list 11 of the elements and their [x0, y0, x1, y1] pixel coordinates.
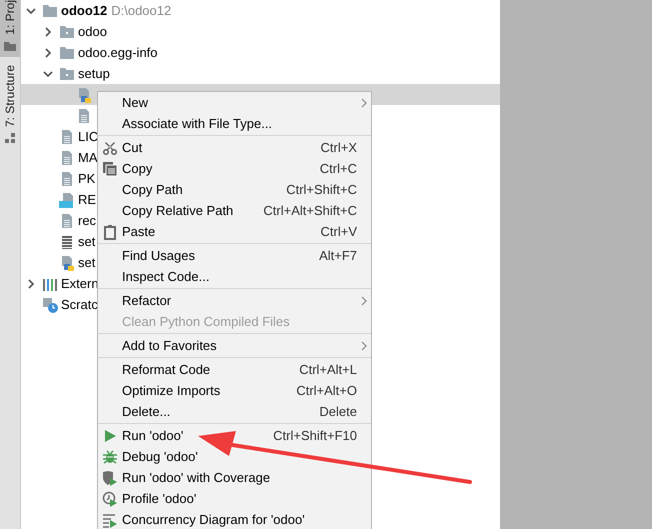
shortcut-label: Delete — [319, 404, 357, 419]
shortcut-label: Alt+F7 — [319, 248, 357, 263]
shortcut-label: Ctrl+Alt+O — [296, 383, 357, 398]
shortcut-label: Ctrl+Shift+F10 — [273, 428, 357, 443]
shortcut-label: Ctrl+C — [320, 161, 357, 176]
shortcut-label: Ctrl+X — [320, 140, 357, 155]
shortcut-label: Ctrl+Alt+Shift+C — [263, 203, 357, 218]
shortcut-label: Ctrl+Alt+L — [299, 362, 357, 377]
shortcut-label: Ctrl+V — [320, 224, 357, 239]
shortcut-label: Ctrl+Shift+C — [286, 182, 357, 197]
path-label: D:\odoo12 — [111, 3, 172, 18]
